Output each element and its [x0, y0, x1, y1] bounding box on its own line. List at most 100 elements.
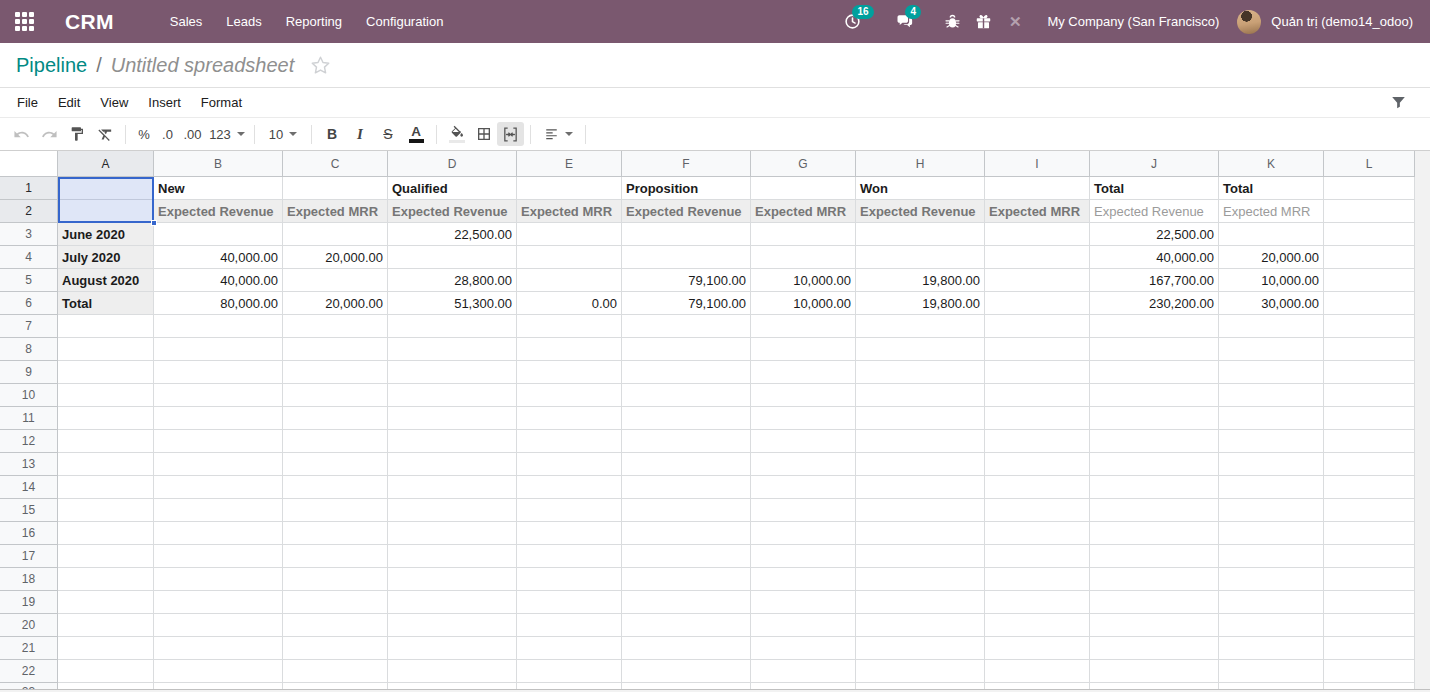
- cell-A7[interactable]: [58, 315, 154, 338]
- cell-A22[interactable]: [58, 660, 154, 683]
- cell-G20[interactable]: [751, 614, 856, 637]
- cell-K12[interactable]: [1219, 430, 1324, 453]
- text-color-button[interactable]: A: [402, 122, 430, 146]
- favorite-star-icon[interactable]: [309, 54, 332, 77]
- cell-J15[interactable]: [1090, 499, 1219, 522]
- borders-button[interactable]: [470, 122, 497, 146]
- cell-G21[interactable]: [751, 637, 856, 660]
- cell-I2[interactable]: Expected MRR: [985, 200, 1090, 223]
- row-header-6[interactable]: 6: [0, 292, 58, 315]
- cell-B20[interactable]: [154, 614, 283, 637]
- cell-H9[interactable]: [856, 361, 985, 384]
- gift-icon[interactable]: [973, 12, 993, 32]
- row-header-18[interactable]: 18: [0, 568, 58, 591]
- row-header-15[interactable]: 15: [0, 499, 58, 522]
- cell-C5[interactable]: [283, 269, 388, 292]
- messages-icon[interactable]: 4: [895, 12, 915, 32]
- cell-A10[interactable]: [58, 384, 154, 407]
- cell-J3[interactable]: 22,500.00: [1090, 223, 1219, 246]
- cell-J19[interactable]: [1090, 591, 1219, 614]
- cell-B21[interactable]: [154, 637, 283, 660]
- cell-F18[interactable]: [622, 568, 751, 591]
- user-menu[interactable]: Quản trị (demo14_odoo): [1271, 14, 1413, 29]
- cell-K2[interactable]: Expected MRR: [1219, 200, 1324, 223]
- cell-A5[interactable]: August 2020: [58, 269, 154, 292]
- cell-A4[interactable]: July 2020: [58, 246, 154, 269]
- column-header-I[interactable]: I: [985, 151, 1090, 177]
- cell-F15[interactable]: [622, 499, 751, 522]
- cell-K5[interactable]: 10,000.00: [1219, 269, 1324, 292]
- cell-F16[interactable]: [622, 522, 751, 545]
- cell-J8[interactable]: [1090, 338, 1219, 361]
- menu-insert[interactable]: Insert: [138, 88, 191, 118]
- cell-K15[interactable]: [1219, 499, 1324, 522]
- cell-D14[interactable]: [388, 476, 517, 499]
- cell-H5[interactable]: 19,800.00: [856, 269, 985, 292]
- cell-K18[interactable]: [1219, 568, 1324, 591]
- cell-K20[interactable]: [1219, 614, 1324, 637]
- decrease-decimal-button[interactable]: .0: [156, 122, 179, 146]
- cell-F20[interactable]: [622, 614, 751, 637]
- cell-I5[interactable]: [985, 269, 1090, 292]
- app-title[interactable]: CRM: [65, 10, 114, 34]
- menu-format[interactable]: Format: [191, 88, 252, 118]
- cell-I3[interactable]: [985, 223, 1090, 246]
- cell-A12[interactable]: [58, 430, 154, 453]
- cell-G4[interactable]: [751, 246, 856, 269]
- cell-I11[interactable]: [985, 407, 1090, 430]
- cell-D11[interactable]: [388, 407, 517, 430]
- cell-G13[interactable]: [751, 453, 856, 476]
- row-header-4[interactable]: 4: [0, 246, 58, 269]
- fill-color-button[interactable]: [443, 122, 470, 146]
- cell-F10[interactable]: [622, 384, 751, 407]
- cell-B6[interactable]: 80,000.00: [154, 292, 283, 315]
- cell-H8[interactable]: [856, 338, 985, 361]
- cell-G6[interactable]: 10,000.00: [751, 292, 856, 315]
- cell-B16[interactable]: [154, 522, 283, 545]
- cell-I7[interactable]: [985, 315, 1090, 338]
- cell-F5[interactable]: 79,100.00: [622, 269, 751, 292]
- cell-G15[interactable]: [751, 499, 856, 522]
- apps-grid-icon[interactable]: [15, 12, 34, 31]
- cell-I21[interactable]: [985, 637, 1090, 660]
- cell-J5[interactable]: 167,700.00: [1090, 269, 1219, 292]
- cell-H7[interactable]: [856, 315, 985, 338]
- cell-G16[interactable]: [751, 522, 856, 545]
- filter-icon[interactable]: [1389, 93, 1408, 116]
- cell-J6[interactable]: 230,200.00: [1090, 292, 1219, 315]
- cell-K14[interactable]: [1219, 476, 1324, 499]
- cell-B15[interactable]: [154, 499, 283, 522]
- cell-J21[interactable]: [1090, 637, 1219, 660]
- cell-F22[interactable]: [622, 660, 751, 683]
- cell-D21[interactable]: [388, 637, 517, 660]
- row-header-3[interactable]: 3: [0, 223, 58, 246]
- cell-L4[interactable]: [1324, 246, 1415, 269]
- cell-A6[interactable]: Total: [58, 292, 154, 315]
- merge-cells-button[interactable]: [497, 122, 524, 146]
- cell-B19[interactable]: [154, 591, 283, 614]
- cell-B17[interactable]: [154, 545, 283, 568]
- row-header-12[interactable]: 12: [0, 430, 58, 453]
- cell-E14[interactable]: [517, 476, 622, 499]
- cell-E17[interactable]: [517, 545, 622, 568]
- cell-G7[interactable]: [751, 315, 856, 338]
- cell-E3[interactable]: [517, 223, 622, 246]
- cell-H11[interactable]: [856, 407, 985, 430]
- cell-B2[interactable]: Expected Revenue: [154, 200, 283, 223]
- user-avatar[interactable]: [1237, 10, 1261, 34]
- cell-D7[interactable]: [388, 315, 517, 338]
- cell-E13[interactable]: [517, 453, 622, 476]
- cell-G22[interactable]: [751, 660, 856, 683]
- cell-C13[interactable]: [283, 453, 388, 476]
- cell-I4[interactable]: [985, 246, 1090, 269]
- grid-corner[interactable]: [0, 151, 58, 177]
- cell-J2[interactable]: Expected Revenue: [1090, 200, 1219, 223]
- cell-L5[interactable]: [1324, 269, 1415, 292]
- cell-F3[interactable]: [622, 223, 751, 246]
- cell-B22[interactable]: [154, 660, 283, 683]
- cell-G19[interactable]: [751, 591, 856, 614]
- cell-J20[interactable]: [1090, 614, 1219, 637]
- spreadsheet-grid[interactable]: ABCDEFGHIJKL1234567891011121314151617181…: [0, 151, 1415, 692]
- cell-J17[interactable]: [1090, 545, 1219, 568]
- row-header-8[interactable]: 8: [0, 338, 58, 361]
